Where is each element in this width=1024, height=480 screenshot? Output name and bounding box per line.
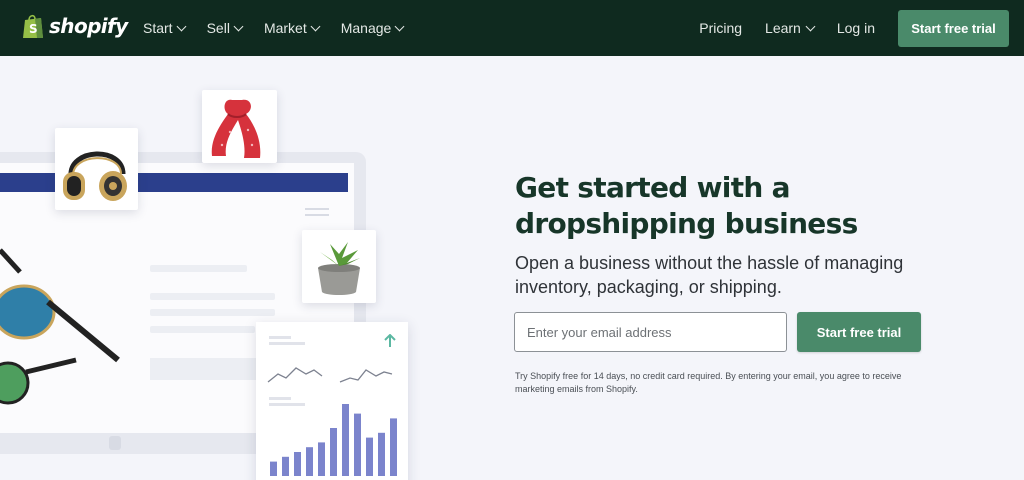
menu-sell[interactable]: Sell [206,20,244,36]
chart-bar [330,428,337,476]
chevron-down-icon [176,21,187,31]
chart-bar [318,442,325,476]
chart-bar [306,447,313,476]
chart-bar [354,413,361,476]
placeholder-block [150,358,256,380]
chart-bar [366,437,373,476]
learn-menu[interactable]: Learn [765,20,816,36]
menu-label: Start [143,20,173,36]
chart-bar [342,404,349,476]
chart-bar [390,418,397,476]
brand-name: shopify [49,14,128,38]
product-card-scarf [202,90,277,163]
headphones-icon [63,151,127,201]
screen-header-bar [0,173,348,192]
analytics-card [256,322,408,480]
placeholder-line [269,342,305,345]
arrow-up-icon [384,334,396,347]
main-menu: Start Sell Market Manage [143,0,425,56]
pricing-link[interactable]: Pricing [699,20,742,36]
start-trial-button-nav[interactable]: Start free trial [898,9,1009,47]
shopify-logo[interactable]: S shopify [22,12,128,40]
placeholder-line [150,265,247,272]
start-trial-button[interactable]: Start free trial [797,312,921,352]
login-link[interactable]: Log in [837,20,875,36]
chevron-down-icon [233,21,244,31]
learn-label: Learn [765,20,801,36]
menu-label: Market [263,20,307,36]
placeholder-line [269,336,291,339]
chevron-down-icon [394,21,405,31]
menu-manage[interactable]: Manage [340,20,405,36]
placeholder-line [150,326,255,333]
shopping-bag-icon: S [23,14,43,38]
product-card-headphones [55,128,138,210]
chart-bar [378,432,385,476]
monitor-logo [109,436,121,450]
succulent-plant-icon [318,242,360,295]
menu-label: Manage [340,20,392,36]
chart-bar [294,452,301,476]
page-title: Get started with a dropshipping business [515,171,858,240]
scarf-icon [211,99,261,158]
sparkline-graphs [267,367,393,383]
placeholder-line [150,309,275,316]
right-menu: Pricing Learn Log in Start free trial [699,0,1024,56]
menu-market[interactable]: Market [263,20,321,36]
product-card-plant [302,230,376,303]
menu-lines-icon [305,208,329,210]
svg-text:S: S [29,22,38,36]
chart-bar [270,461,277,476]
top-nav: S shopify Start Sell Market Manage Prici… [0,0,1024,56]
sunglasses-icon [0,248,120,405]
bar-chart [270,404,397,476]
menu-start[interactable]: Start [143,20,187,36]
disclaimer-text: Try Shopify free for 14 days, no credit … [515,371,902,394]
placeholder-line [150,293,275,300]
page-subtitle: Open a business without the hassle of ma… [515,253,904,297]
menu-label: Sell [206,20,230,36]
email-field[interactable] [514,312,787,352]
chevron-down-icon [805,21,816,31]
chevron-down-icon [310,21,321,31]
menu-lines-icon [305,214,329,216]
chart-bar [282,456,289,476]
